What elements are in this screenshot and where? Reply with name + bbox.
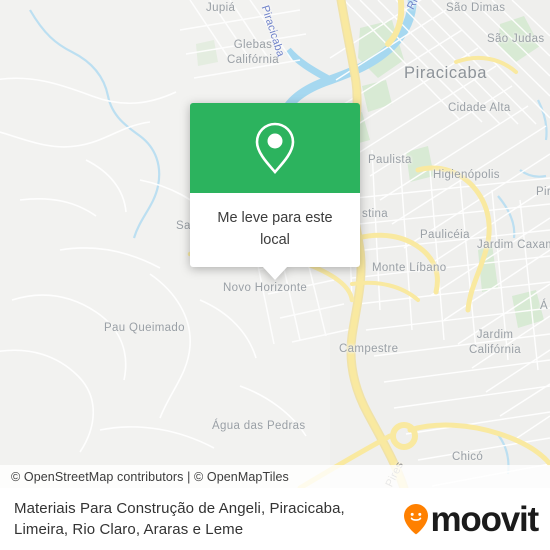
map-canvas[interactable]: Jupiá Glebas Califórnia São Dimas São Ju… [0, 0, 550, 488]
moovit-pin-icon [404, 504, 429, 535]
popup-message: Me leve para este local [190, 193, 360, 267]
footer-bar: Materiais Para Construção de Angeli, Pir… [0, 488, 550, 550]
moovit-logo[interactable]: moovit [403, 502, 550, 537]
popup-header [190, 103, 360, 193]
map-pin-icon [255, 122, 295, 174]
take-me-here-popup[interactable]: Me leve para este local [190, 103, 360, 280]
map-attribution-bar: © OpenStreetMap contributors | © OpenMap… [0, 465, 550, 488]
popup-pointer [262, 266, 288, 280]
moovit-map-screen: Jupiá Glebas Califórnia São Dimas São Ju… [0, 0, 550, 550]
moovit-wordmark: moovit [430, 499, 539, 539]
attribution-text[interactable]: © OpenStreetMap contributors | © OpenMap… [0, 470, 289, 484]
place-title: Materiais Para Construção de Angeli, Pir… [14, 500, 345, 538]
